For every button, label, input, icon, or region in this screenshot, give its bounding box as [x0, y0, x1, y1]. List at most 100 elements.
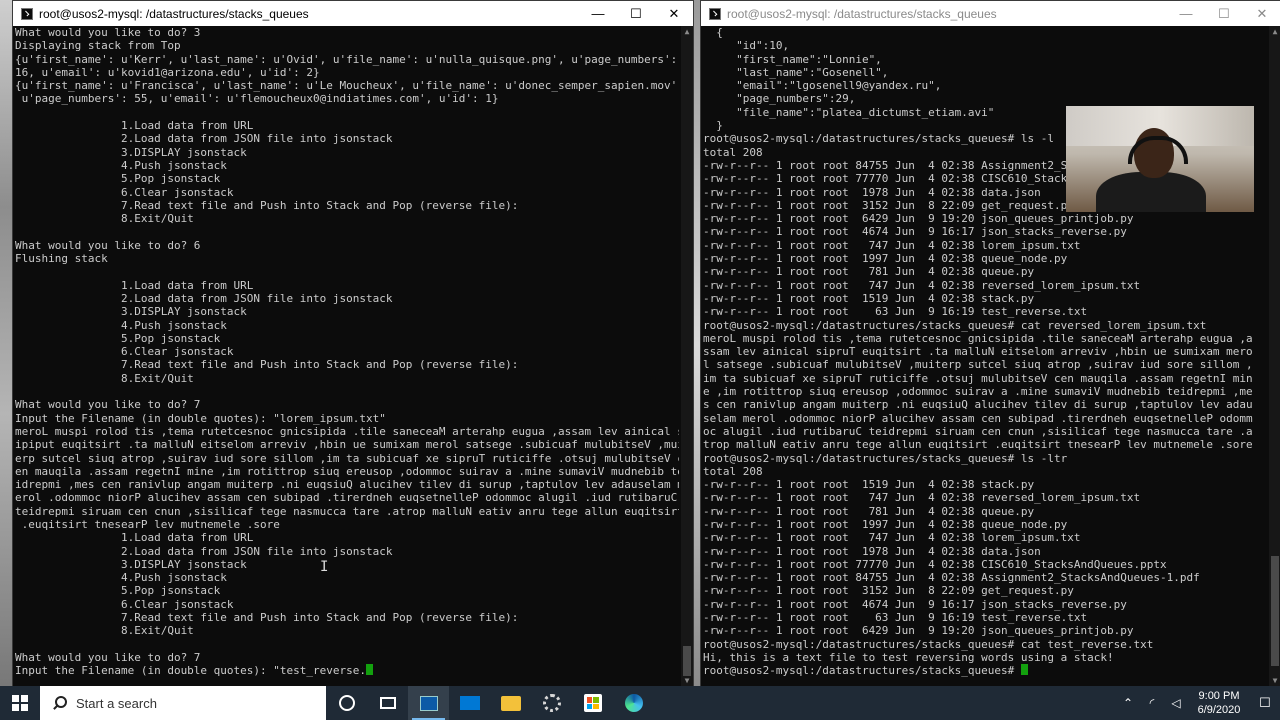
terminal-line: 3.DISPLAY jsonstack — [15, 145, 247, 159]
terminal-line: 7.Read text file and Push into Stack and… — [15, 611, 519, 625]
folder-icon — [500, 695, 521, 711]
minimize-button[interactable]: — — [579, 1, 617, 26]
title-bar[interactable]: root@usos2-mysql: /datastructures/stacks… — [13, 1, 693, 26]
scrollbar[interactable]: ▲ ▼ — [1269, 26, 1280, 687]
terminal-line: 3.DISPLAY jsonstack — [15, 557, 247, 571]
terminal-line: Flushing stack — [15, 252, 108, 266]
terminal-line: -rw-r--r-- 1 root root 1978 Jun 4 02:38 … — [703, 544, 1041, 558]
start-button[interactable] — [0, 686, 40, 720]
terminal-line: -rw-r--r-- 1 root root 747 Jun 4 02:38 r… — [703, 491, 1141, 505]
terminal-line: 8.Exit/Quit — [15, 212, 194, 226]
edge-icon — [624, 694, 643, 712]
terminal-output[interactable]: What would you like to do? 3 Displaying s… — [15, 26, 679, 687]
maximize-button[interactable]: ☐ — [1205, 1, 1243, 26]
terminal-line: -rw-r--r-- 1 root root 63 Jun 9 16:19 te… — [703, 611, 1088, 625]
terminal-line: -rw-r--r-- 1 root root 1997 Jun 4 02:38 … — [703, 517, 1068, 531]
task-view-button[interactable] — [367, 686, 408, 720]
terminal-line: 2.Load data from JSON file into jsonstac… — [15, 291, 393, 305]
terminal-line: Displaying stack from Top — [15, 39, 181, 53]
webcam-person-body — [1096, 172, 1206, 212]
terminal-line: ipiput euqitsirt .ta malluN eitselom arr… — [15, 438, 679, 452]
terminal-line: "first_name":"Lonnie", — [703, 52, 882, 66]
taskbar-settings-app[interactable] — [531, 686, 572, 720]
terminal-app-icon — [419, 695, 438, 711]
scrollbar-thumb[interactable] — [1271, 556, 1279, 666]
prompt-text: root@usos2-mysql:/datastructures/stacks_… — [703, 664, 1021, 678]
terminal-line: -rw-r--r-- 1 root root 1997 Jun 4 02:38 … — [703, 252, 1068, 266]
terminal-line: 2.Load data from JSON file into jsonstac… — [15, 132, 393, 146]
terminal-line: root@usos2-mysql:/datastructures/stacks_… — [703, 318, 1207, 332]
maximize-button[interactable]: ☐ — [617, 1, 655, 26]
prompt-line[interactable]: root@usos2-mysql:/datastructures/stacks_… — [703, 664, 1267, 677]
notification-icon[interactable]: ☐ — [1250, 695, 1280, 711]
terminal-line: 2.Load data from JSON file into jsonstac… — [15, 544, 393, 558]
terminal-line: l satsege .subicuaf mulubitseV ,muiterp … — [703, 358, 1253, 372]
taskbar: Start a search ⌃ ◜ ◁ 9:00 PM 6/9/2020 ☐ — [0, 686, 1280, 720]
title-bar[interactable]: root@usos2-mysql: /datastructures/stacks… — [701, 1, 1280, 26]
window-title: root@usos2-mysql: /datastructures/stacks… — [727, 6, 997, 21]
right-terminal-window[interactable]: root@usos2-mysql: /datastructures/stacks… — [700, 0, 1280, 688]
cortana-button[interactable] — [326, 686, 367, 720]
task-view-icon — [379, 697, 396, 709]
left-terminal-window[interactable]: root@usos2-mysql: /datastructures/stacks… — [12, 0, 694, 688]
terminal-line: total 208 — [703, 464, 763, 478]
terminal-line: meroL muspi rolod tis ,tema rutetcesnoc … — [703, 331, 1253, 345]
window-title: root@usos2-mysql: /datastructures/stacks… — [39, 6, 309, 21]
system-tray: ⌃ ◜ ◁ 9:00 PM 6/9/2020 ☐ — [1116, 689, 1280, 717]
terminal-line: {u'first_name': u'Kerr', u'last_name': u… — [15, 52, 678, 66]
terminal-line: -rw-r--r-- 1 root root 6429 Jun 9 19:20 … — [703, 624, 1134, 638]
terminal-line: erol .odommoc niorP alucihev assam cen s… — [15, 491, 678, 505]
terminal-line: 8.Exit/Quit — [15, 371, 194, 385]
chevron-up-icon[interactable]: ⌃ — [1116, 696, 1140, 710]
prompt-line[interactable]: Input the Filename (in double quotes): "… — [15, 664, 679, 677]
terminal-line: What would you like to do? 7 — [15, 650, 201, 664]
terminal-line: 5.Pop jsonstack — [15, 584, 221, 598]
terminal-line: -rw-r--r-- 1 root root 1519 Jun 4 02:38 … — [703, 291, 1035, 305]
terminal-line: -rw-r--r-- 1 root root 77770 Jun 4 02:38… — [703, 557, 1167, 571]
scroll-up-icon[interactable]: ▲ — [1269, 26, 1280, 38]
terminal-line: -rw-r--r-- 1 root root 747 Jun 4 02:38 l… — [703, 238, 1081, 252]
taskbar-terminal-app[interactable] — [408, 686, 449, 720]
terminal-line: e ,im rotittrop siuq ereusop ,odommoc su… — [703, 385, 1253, 399]
taskbar-mail-app[interactable] — [449, 686, 490, 720]
volume-icon[interactable]: ◁ — [1164, 696, 1188, 710]
taskbar-store-app[interactable] — [572, 686, 613, 720]
terminal-line: meroL muspi rolod tis ,tema rutetcesnoc … — [15, 424, 679, 438]
network-icon[interactable]: ◜ — [1140, 696, 1164, 710]
settings-icon — [542, 694, 561, 712]
terminal-line: 1.Load data from URL — [15, 278, 254, 292]
taskbar-edge-app[interactable] — [613, 686, 654, 720]
terminal-line: 4.Push jsonstack — [15, 158, 227, 172]
terminal-line: -rw-r--r-- 1 root root 1519 Jun 4 02:38 … — [703, 478, 1035, 492]
terminal-line: 6.Clear jsonstack — [15, 185, 234, 199]
desktop-background — [0, 0, 12, 690]
terminal-line: ssam lev ainical sipruT euqitsirt .ta ma… — [703, 345, 1253, 359]
terminal-line: {u'first_name': u'Francisca', u'last_nam… — [15, 79, 679, 93]
terminal-line: Hi, this is a text file to test reversin… — [703, 650, 1114, 664]
terminal-line: 5.Pop jsonstack — [15, 331, 221, 345]
terminal-line: -rw-r--r-- 1 root root 781 Jun 4 02:38 q… — [703, 504, 1035, 518]
minimize-button[interactable]: — — [1167, 1, 1205, 26]
clock[interactable]: 9:00 PM 6/9/2020 — [1188, 689, 1250, 717]
scrollbar[interactable]: ▲ ▼ — [681, 26, 693, 687]
terminal-line: Input the Filename (in double quotes): "… — [15, 411, 386, 425]
terminal-line: 1.Load data from URL — [15, 531, 254, 545]
terminal-line: 4.Push jsonstack — [15, 571, 227, 585]
close-button[interactable]: ✕ — [655, 1, 693, 26]
scrollbar-thumb[interactable] — [683, 646, 691, 676]
close-button[interactable]: ✕ — [1243, 1, 1280, 26]
terminal-line: s cen ranivlup angam muiterp .ni euqsiuQ… — [703, 398, 1253, 412]
search-box[interactable]: Start a search — [40, 686, 326, 720]
terminal-line: erp sutcel siuq atrop ,suirav iud sore s… — [15, 451, 679, 465]
terminal-line: trop malluN eativ anru tege allun euqits… — [703, 438, 1253, 452]
terminal-line: 7.Read text file and Push into Stack and… — [15, 358, 519, 372]
terminal-line: root@usos2-mysql:/datastructures/stacks_… — [703, 637, 1154, 651]
terminal-line: 16, u'email': u'kovid1@arizona.edu', u'i… — [15, 65, 320, 79]
terminal-line: -rw-r--r-- 1 root root 6429 Jun 9 19:20 … — [703, 212, 1134, 226]
scroll-up-icon[interactable]: ▲ — [681, 26, 693, 38]
taskbar-file-explorer[interactable] — [490, 686, 531, 720]
terminal-line: -rw-r--r-- 1 root root 4674 Jun 9 16:17 … — [703, 225, 1127, 239]
webcam-overlay — [1066, 106, 1254, 212]
